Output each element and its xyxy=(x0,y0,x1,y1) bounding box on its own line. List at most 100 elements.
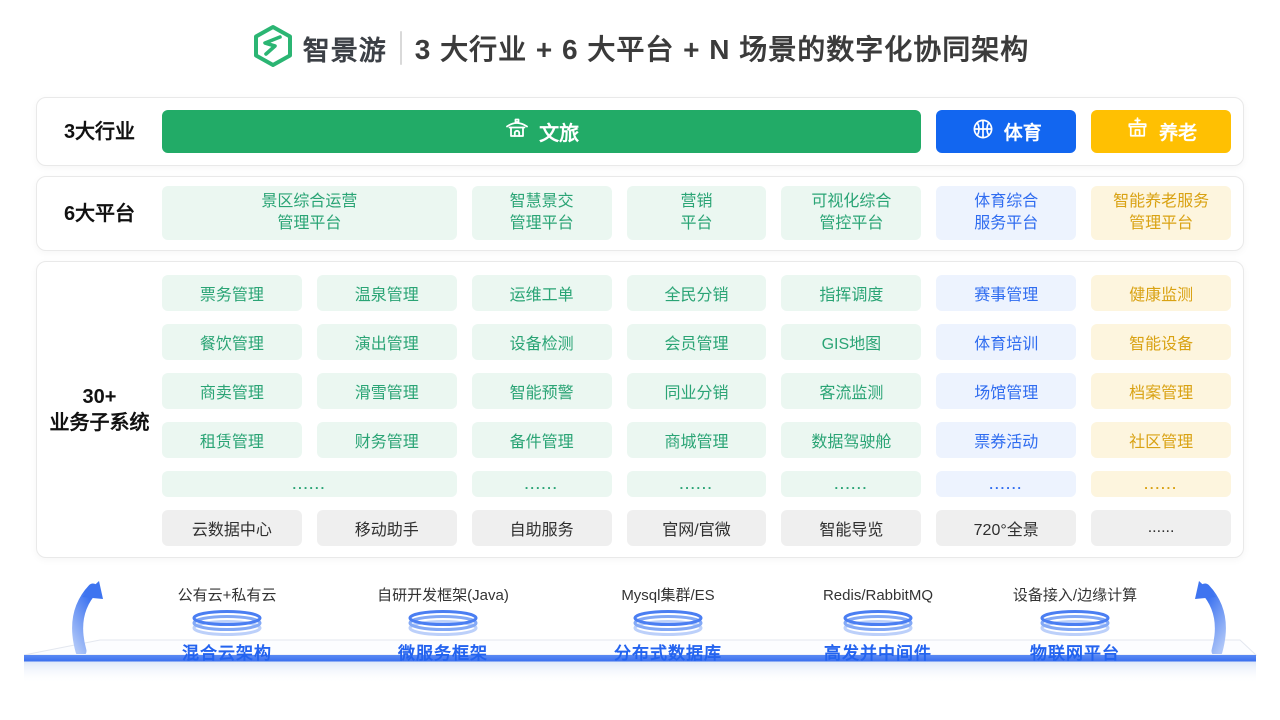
platform-line1: 智慧景交 xyxy=(510,191,574,213)
up-arrow-left-icon xyxy=(68,580,112,659)
infra-top-label: 设备接入/边缘计算 xyxy=(960,586,1190,606)
page-title: 3 大行业 + 6 大平台 + N 场景的数字化协同架构 xyxy=(415,28,1030,68)
platform-line2: 平台 xyxy=(680,213,712,235)
subsystem-cell: 社区管理 xyxy=(1091,422,1231,458)
infra-bottom-label: 高发并中间件 xyxy=(763,639,993,664)
platform-line2: 管理平台 xyxy=(510,213,574,235)
subsystem-cell: 设备检测 xyxy=(472,324,612,360)
platforms-grid: 景区综合运营 管理平台 智慧景交 管理平台 营销 平台 可视化综合 管控平台 体… xyxy=(162,186,1231,240)
infra-item-microservices: 自研开发框架(Java) 微服务框架 xyxy=(328,586,558,664)
subsystem-cell: 智能设备 xyxy=(1091,324,1231,360)
infra-bottom-label: 分布式数据库 xyxy=(553,639,783,664)
industry-label: 体育 xyxy=(1004,118,1042,145)
coil-rings-icon xyxy=(328,609,558,637)
subsystem-cell: 智能导览 xyxy=(781,510,921,546)
platform-card: 智慧景交 管理平台 xyxy=(472,186,612,240)
subsystem-cell-ellipsis: ...... xyxy=(627,471,767,497)
infra-item-distributed-db: Mysql集群/ES 分布式数据库 xyxy=(553,586,783,664)
platform-line1: 可视化综合 xyxy=(811,191,891,213)
subsystem-cell: 健康监测 xyxy=(1091,275,1231,311)
platform-card: 可视化综合 管控平台 xyxy=(781,186,921,240)
subsystem-cell: 租赁管理 xyxy=(162,422,302,458)
subsystem-cell: 同业分销 xyxy=(627,373,767,409)
platform-card: 景区综合运营 管理平台 xyxy=(162,186,457,240)
subsystem-cell: 备件管理 xyxy=(472,422,612,458)
subsystem-cell: 移动助手 xyxy=(317,510,457,546)
subsystem-cell: 会员管理 xyxy=(627,324,767,360)
subsystem-cell: 体育培训 xyxy=(936,324,1076,360)
infra-item-iot-platform: 设备接入/边缘计算 物联网平台 xyxy=(960,586,1190,664)
platform-line1: 体育综合 xyxy=(974,191,1038,213)
subsystem-cell: 演出管理 xyxy=(317,324,457,360)
subsystems-label: 30+ 业务子系统 xyxy=(37,262,162,557)
platform-line2: 管理平台 xyxy=(1129,213,1193,235)
subsystem-cell: 官网/官微 xyxy=(627,510,767,546)
section-subsystems: 30+ 业务子系统 票务管理 温泉管理 运维工单 全民分销 指挥调度 赛事管理 … xyxy=(36,261,1244,558)
subsystem-cell-ellipsis: ...... xyxy=(936,471,1076,497)
subsystem-cell: ...... xyxy=(1091,510,1231,546)
platform-line2: 服务平台 xyxy=(974,213,1038,235)
subsystem-cell-ellipsis: ...... xyxy=(1091,471,1231,497)
infra-top-label: Mysql集群/ES xyxy=(553,586,783,606)
header-divider xyxy=(400,31,402,65)
subsystem-cell: 运维工单 xyxy=(472,275,612,311)
platform-card: 智能养老服务 管理平台 xyxy=(1091,186,1231,240)
industries-grid: 文旅 体育 xyxy=(162,110,1231,153)
subsystem-cell: 赛事管理 xyxy=(936,275,1076,311)
section-platforms: 6大平台 景区综合运营 管理平台 智慧景交 管理平台 营销 平台 可视化综合 管… xyxy=(36,176,1244,251)
subsystem-cell: 温泉管理 xyxy=(317,275,457,311)
platform-line2: 管理平台 xyxy=(277,213,341,235)
industry-label: 养老 xyxy=(1159,118,1197,145)
infra-top-label: 公有云+私有云 xyxy=(112,586,342,606)
industry-wenlv: 文旅 xyxy=(162,110,921,153)
subsystem-cell: 客流监测 xyxy=(781,373,921,409)
industry-label: 文旅 xyxy=(539,117,579,146)
subsystem-cell: 滑雪管理 xyxy=(317,373,457,409)
subsystem-cell: 票券活动 xyxy=(936,422,1076,458)
coil-rings-icon xyxy=(553,609,783,637)
header: 智景游 3 大行业 + 6 大平台 + N 场景的数字化协同架构 xyxy=(0,22,1280,74)
subsystem-cell: 云数据中心 xyxy=(162,510,302,546)
infra-bottom-label: 物联网平台 xyxy=(960,639,1190,664)
coil-rings-icon xyxy=(960,609,1190,637)
platform-line2: 管控平台 xyxy=(819,213,883,235)
up-arrow-right-icon xyxy=(1186,580,1230,659)
platforms-label: 6大平台 xyxy=(37,177,162,250)
subsystem-cell: 全民分销 xyxy=(627,275,767,311)
subsystem-cell: GIS地图 xyxy=(781,324,921,360)
industry-yanglao: 养老 xyxy=(1091,110,1231,153)
subsystem-cell: 商卖管理 xyxy=(162,373,302,409)
subsystem-cell: 档案管理 xyxy=(1091,373,1231,409)
basketball-icon xyxy=(971,117,995,147)
subsystem-cell: 720°全景 xyxy=(936,510,1076,546)
subsystem-cell-ellipsis: ...... xyxy=(781,471,921,497)
logo-hexagon-icon xyxy=(251,24,295,73)
infra-item-middleware: Redis/RabbitMQ 高发并中间件 xyxy=(763,586,993,664)
subsystem-cell: 数据驾驶舱 xyxy=(781,422,921,458)
subsystem-cell-ellipsis: ...... xyxy=(472,471,612,497)
platform-card: 营销 平台 xyxy=(627,186,767,240)
logo: 智景游 xyxy=(251,24,387,73)
architecture-diagram: 智景游 3 大行业 + 6 大平台 + N 场景的数字化协同架构 3大行业 文旅 xyxy=(0,0,1280,720)
platform-line1: 营销 xyxy=(680,191,712,213)
subsystems-label-line1: 30+ xyxy=(83,384,117,410)
industries-label: 3大行业 xyxy=(37,98,162,165)
subsystem-cell: 场馆管理 xyxy=(936,373,1076,409)
section-industries: 3大行业 文旅 xyxy=(36,97,1244,166)
subsystems-grid: 票务管理 温泉管理 运维工单 全民分销 指挥调度 赛事管理 健康监测 餐饮管理 … xyxy=(162,275,1231,544)
pavilion-icon xyxy=(504,116,530,148)
coil-rings-icon xyxy=(763,609,993,637)
industry-tiyu: 体育 xyxy=(936,110,1076,153)
subsystem-cell-ellipsis: ...... xyxy=(162,471,457,497)
infra-top-label: Redis/RabbitMQ xyxy=(763,586,993,606)
subsystems-label-line2: 业务子系统 xyxy=(50,410,150,436)
logo-text: 智景游 xyxy=(303,29,387,68)
elder-care-icon xyxy=(1125,116,1150,147)
infra-item-hybrid-cloud: 公有云+私有云 混合云架构 xyxy=(112,586,342,664)
subsystem-cell: 智能预警 xyxy=(472,373,612,409)
platform-card: 体育综合 服务平台 xyxy=(936,186,1076,240)
subsystem-cell: 商城管理 xyxy=(627,422,767,458)
platform-line1: 智能养老服务 xyxy=(1113,191,1209,213)
coil-rings-icon xyxy=(112,609,342,637)
infra-bottom-label: 微服务框架 xyxy=(328,639,558,664)
